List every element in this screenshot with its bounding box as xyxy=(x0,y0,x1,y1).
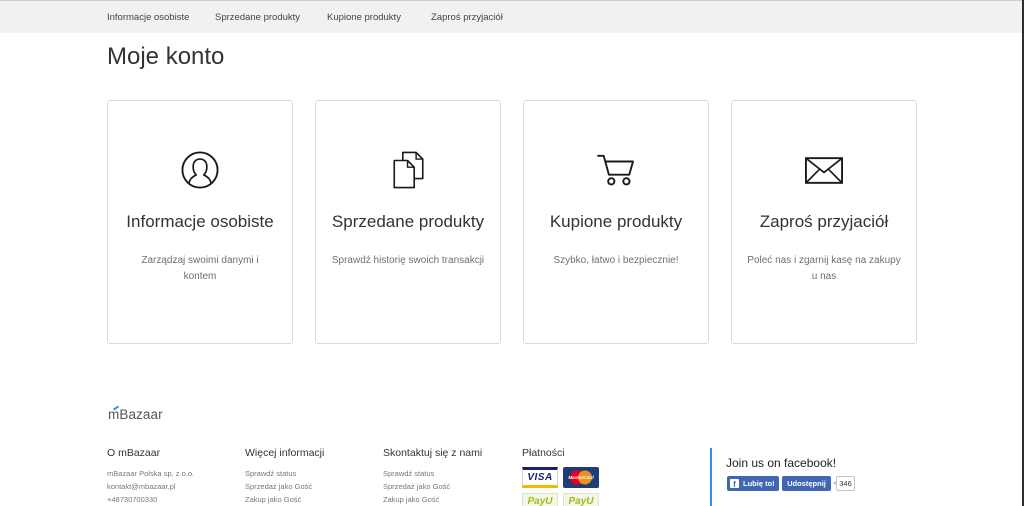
footer-phone: +48730700330 xyxy=(107,495,158,504)
visa-logo: VISA xyxy=(522,467,558,488)
footer-link[interactable]: Zakup jako Gość xyxy=(383,493,513,506)
mastercard-logo: MasterCard xyxy=(563,467,599,488)
footer-list: Sprawdź status Sprzedaż jako Gość Zakup … xyxy=(245,467,375,506)
card-bought-products[interactable]: Kupione produkty Szybko, łatwo i bezpiec… xyxy=(523,100,709,344)
card-personal-info[interactable]: Informacje osobiste Zarządzaj swoimi dan… xyxy=(107,100,293,344)
top-nav: Informacje osobiste Sprzedane produkty K… xyxy=(0,0,1024,33)
card-description: Zarządzaj swoimi danymi i kontem xyxy=(141,255,259,282)
facebook-share-button[interactable]: Udostępnij xyxy=(782,476,831,491)
envelope-icon xyxy=(732,150,916,190)
footer-column-payments: Płatności VISA MasterCard PayU PayU xyxy=(522,447,612,506)
facebook-divider xyxy=(710,448,712,506)
card-title: Informacje osobiste xyxy=(126,212,274,231)
facebook-share-count: 346 xyxy=(833,476,855,491)
footer-column-more-info: Więcej informacji Sprawdź status Sprzeda… xyxy=(245,447,375,506)
card-description: Szybko, łatwo i bezpiecznie! xyxy=(553,255,679,266)
footer-column-about: O mBazaar mBazaar Polska sp. z o.o. kont… xyxy=(107,447,237,506)
footer-link[interactable]: Sprzedaż jako Gość xyxy=(383,480,513,493)
facebook-heading: Join us on facebook! xyxy=(726,456,837,470)
payu-logo: PayU xyxy=(522,493,558,506)
footer-email-link[interactable]: kontakt@mbazaar.pl xyxy=(107,480,237,493)
nav-item-invite-friends[interactable]: Zaproś przyjaciół xyxy=(431,12,503,23)
nav-item-personal-info[interactable]: Informacje osobiste xyxy=(107,12,189,23)
footer-column-heading: O mBazaar xyxy=(107,447,161,459)
page-title: Moje konto xyxy=(107,43,225,70)
footer-column-contact: Skontaktuj się z nami Sprawdź status Spr… xyxy=(383,447,513,506)
footer-list: Sprawdź status Sprzedaż jako Gość Zakup … xyxy=(383,467,513,506)
footer-list: mBazaar Polska sp. z o.o. kontakt@mbazaa… xyxy=(107,467,237,506)
nav-item-bought-products[interactable]: Kupione produkty xyxy=(327,12,401,23)
card-sold-products[interactable]: Sprzedane produkty Sprawdź historię swoi… xyxy=(315,100,501,344)
card-invite-friends[interactable]: Zaproś przyjaciół Poleć nas i zgarnij ka… xyxy=(731,100,917,344)
footer-column-heading: Skontaktuj się z nami xyxy=(383,447,483,459)
footer-link[interactable]: Zakup jako Gość xyxy=(245,493,375,506)
card-title: Zaproś przyjaciół xyxy=(759,212,889,231)
card-description: Poleć nas i zgarnij kasę na zakupy u nas xyxy=(747,255,901,282)
documents-icon xyxy=(316,150,500,190)
footer-column-heading: Więcej informacji xyxy=(245,447,325,459)
nav-item-sold-products[interactable]: Sprzedane produkty xyxy=(215,12,300,23)
mastercard-logo-text: MasterCard xyxy=(568,475,594,480)
footer-column-heading: Płatności xyxy=(522,447,565,459)
footer-link[interactable]: Sprawdź status xyxy=(245,467,375,480)
account-page: Informacje osobiste Sprzedane produkty K… xyxy=(0,0,1024,506)
facebook-like-button[interactable]: f Lubię to! xyxy=(727,476,779,491)
facebook-share-label: Udostępnij xyxy=(787,479,826,488)
card-description: Sprawdź historię swoich transakcji xyxy=(331,255,485,266)
facebook-f-icon: f xyxy=(730,479,739,488)
card-title: Kupione produkty xyxy=(549,212,683,231)
footer-company-name: mBazaar Polska sp. z o.o. xyxy=(107,469,195,478)
card-title: Sprzedane produkty xyxy=(331,212,485,231)
footer-logo[interactable]: mBazaar xyxy=(108,406,163,424)
payu-logo: PayU xyxy=(563,493,599,506)
payment-logos: VISA MasterCard PayU PayU xyxy=(522,467,612,506)
facebook-like-label: Lubię to! xyxy=(743,479,775,488)
shopping-cart-icon xyxy=(524,150,708,190)
footer-link[interactable]: Sprawdź status xyxy=(383,467,513,480)
footer-link[interactable]: Sprzedaż jako Gość xyxy=(245,480,375,493)
user-circle-icon xyxy=(108,150,292,190)
